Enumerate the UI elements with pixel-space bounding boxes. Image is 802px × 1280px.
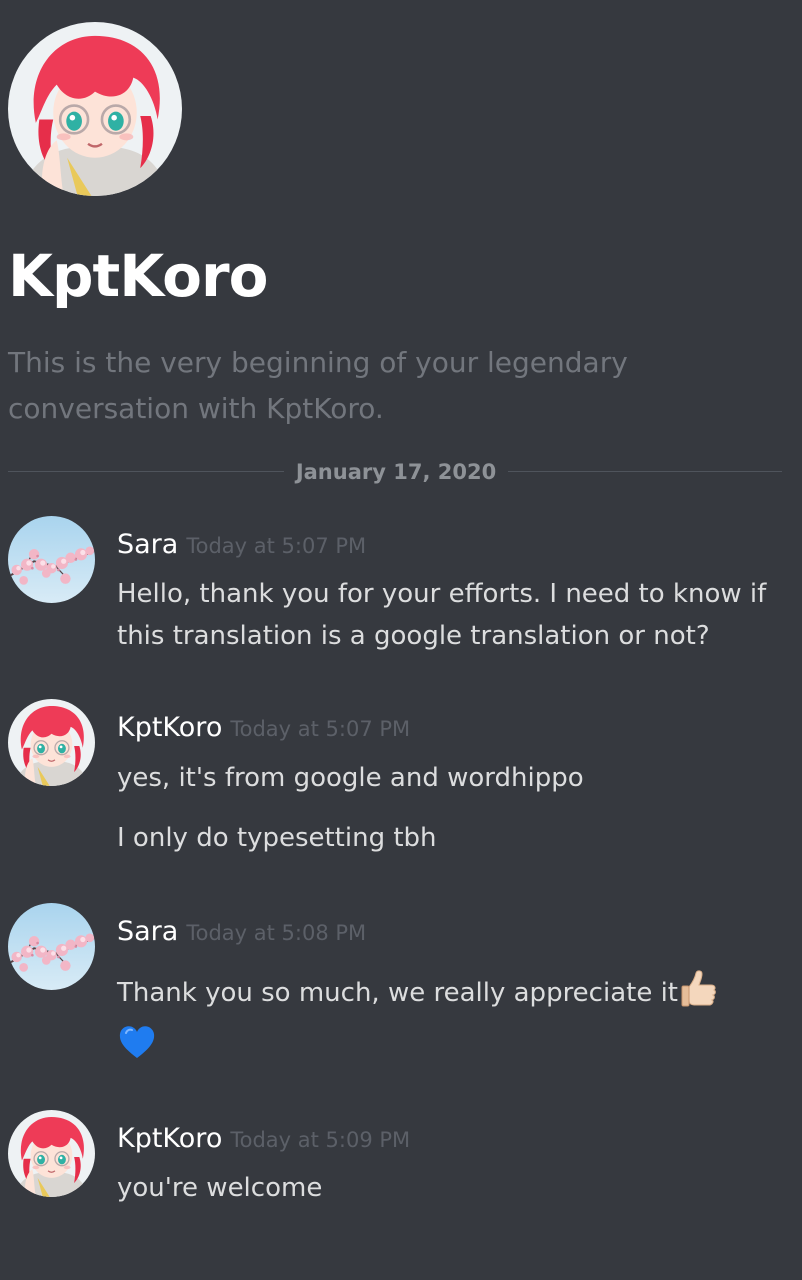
profile-avatar[interactable]	[8, 22, 182, 196]
anime-girl-red-hair-avatar-icon	[8, 1110, 95, 1197]
sara-avatar[interactable]	[8, 516, 95, 603]
message-text: Hello, thank you for your efforts. I nee…	[117, 579, 767, 651]
message-author[interactable]: Sara	[117, 529, 178, 560]
anime-girl-red-hair-avatar-icon	[8, 699, 95, 786]
message-timestamp: Today at 5:07 PM	[186, 534, 367, 558]
cherry-blossom-avatar-icon	[8, 903, 95, 990]
message-header: Sara Today at 5:07 PM	[117, 525, 366, 568]
message-text: I only do typesetting tbh	[117, 823, 437, 853]
message-timestamp: Today at 5:09 PM	[230, 1128, 411, 1152]
message-timestamp: Today at 5:07 PM	[230, 717, 411, 741]
sara-avatar[interactable]	[8, 903, 95, 990]
kptkoro-avatar[interactable]	[8, 699, 95, 786]
divider-date: January 17, 2020	[295, 460, 497, 484]
dm-channel: KptKoro This is the very beginning of yo…	[0, 0, 802, 1280]
message-text-content: Thank you so much, we really appreciate …	[117, 978, 679, 1008]
message-author[interactable]: Sara	[117, 916, 178, 947]
divider-line-right	[508, 471, 782, 472]
message-text: Thank you so much, we really appreciate …	[117, 969, 787, 1022]
divider-line-left	[8, 471, 284, 472]
blue-heart-icon	[117, 1022, 157, 1062]
message-header: KptKoro Today at 5:09 PM	[117, 1119, 410, 1162]
message-header: KptKoro Today at 5:07 PM	[117, 708, 410, 751]
thumbs-up-icon	[680, 969, 718, 1022]
anime-girl-red-hair-avatar-icon	[8, 22, 182, 196]
cherry-blossom-avatar-icon	[8, 516, 95, 603]
message-timestamp: Today at 5:08 PM	[186, 921, 367, 945]
date-divider: January 17, 2020	[8, 454, 782, 490]
message-text: you're welcome	[117, 1173, 323, 1203]
channel-title: KptKoro	[8, 242, 268, 310]
message-text: yes, it's from google and wordhippo	[117, 763, 584, 793]
message-author[interactable]: KptKoro	[117, 712, 222, 743]
channel-intro-text: This is the very beginning of your legen…	[8, 346, 628, 425]
message-header: Sara Today at 5:08 PM	[117, 912, 366, 955]
kptkoro-avatar[interactable]	[8, 1110, 95, 1197]
message-author[interactable]: KptKoro	[117, 1123, 222, 1154]
